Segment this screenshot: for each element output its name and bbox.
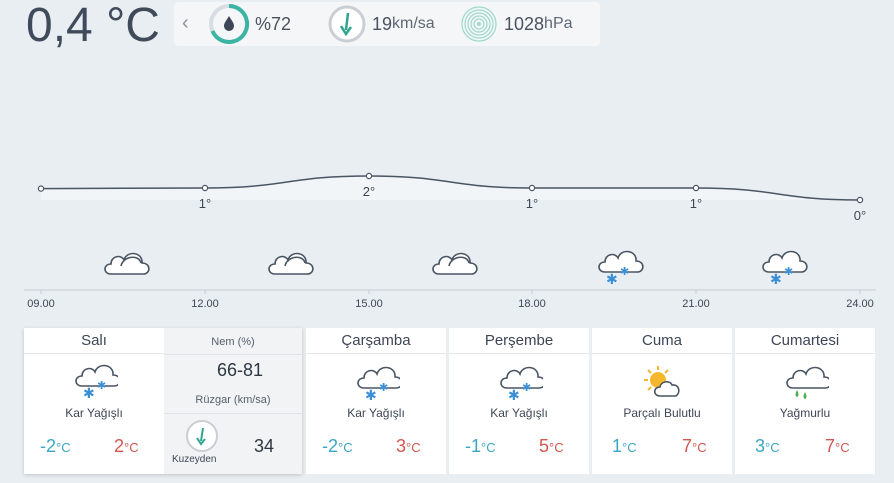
- hourly-temperature-chart: ✱ ✱ 1°2°1°1°0° 09.0012.0015.0018.0021.00…: [24, 172, 876, 310]
- today-summary: Salı ✱ ✱ Kar Yağışlı -2°C 2°C: [24, 328, 164, 474]
- humidity-range: 66-81: [216, 360, 264, 380]
- snow-cloud-icon: ✱ ✱: [352, 364, 403, 405]
- day-name: Perşembe: [449, 328, 589, 354]
- chart-point: [528, 184, 536, 192]
- point-label: 2°: [363, 184, 375, 199]
- min-temp: 3°C: [755, 436, 780, 456]
- divider: [164, 354, 302, 355]
- partly-cloudy-icon: [638, 364, 686, 405]
- condition-text: Kar Yağışlı: [65, 406, 123, 420]
- forecast-card-cumartesi[interactable]: Cumartesi Yağmurlu 3°C 7°C: [735, 328, 875, 474]
- pressure-stat: 1028 hPa: [459, 2, 573, 46]
- min-temp: 1°C: [612, 436, 637, 456]
- condition-text: Kar Yağışlı: [347, 406, 405, 420]
- point-label: 1°: [526, 196, 538, 211]
- svg-text:✱: ✱: [379, 381, 388, 394]
- wind-direction-icon: [328, 5, 366, 43]
- point-label: 1°: [690, 196, 702, 211]
- day-name: Salı: [24, 328, 164, 354]
- condition-text: Yağmurlu: [779, 406, 831, 420]
- chart-point: [365, 172, 373, 180]
- chart-point: [856, 196, 864, 204]
- chart-point: [37, 185, 45, 192]
- snow-cloud-icon: [762, 250, 808, 289]
- rain-cloud-icon: [781, 364, 832, 405]
- point-label: 0°: [854, 208, 866, 223]
- max-temp: 3°C: [396, 436, 421, 456]
- cloudy-icon: [432, 252, 478, 275]
- svg-text:✱: ✱: [522, 381, 531, 394]
- min-temp: -2°C: [40, 436, 71, 456]
- x-tick-label: 12.00: [191, 298, 219, 310]
- snow-cloud-icon: [598, 250, 644, 289]
- snow-cloud-icon: ✱ ✱: [495, 364, 546, 405]
- max-temp: 5°C: [539, 436, 564, 456]
- x-tick-label: 24.00: [846, 298, 874, 310]
- day-name: Cuma: [592, 328, 732, 354]
- max-temp: 7°C: [825, 436, 850, 456]
- wind-label: Rüzgar (km/sa): [195, 394, 271, 406]
- forecast-card-today[interactable]: Salı ✱ ✱ Kar Yağışlı -2°C 2°C Nem (%) 66…: [24, 328, 302, 474]
- wind-speed: 34: [254, 436, 275, 456]
- chart-point: [201, 184, 209, 192]
- humidity-value: %72: [255, 13, 292, 34]
- forecast-card-persembe[interactable]: Perşembe ✱ ✱ Kar Yağışlı -1°C 5°C: [449, 328, 589, 474]
- today-details: Nem (%) 66-81 Rüzgar (km/sa) Kuzeyden 34: [164, 328, 302, 474]
- cloudy-icon: [268, 252, 314, 275]
- wind-direction-text: Kuzeyden: [172, 454, 217, 465]
- x-tick-label: 09.00: [27, 298, 55, 310]
- wind-direction-icon: [186, 420, 218, 452]
- x-tick-label: 18.00: [518, 298, 546, 310]
- current-temperature: 0,4 °C: [26, 0, 160, 52]
- wind-value: 19: [372, 13, 393, 34]
- forecast-card-carsamba[interactable]: Çarşamba ✱ ✱ Kar Yağışlı -2°C 3°C: [306, 328, 446, 474]
- pressure-value: 1028: [504, 13, 545, 34]
- divider: [164, 413, 302, 414]
- svg-text:✱: ✱: [508, 388, 520, 400]
- svg-text:✱: ✱: [83, 386, 95, 398]
- svg-text:✱: ✱: [365, 388, 377, 400]
- wind-unit: km/sa: [392, 15, 435, 32]
- humidity-label: Nem (%): [211, 336, 255, 348]
- min-temp: -2°C: [322, 436, 353, 456]
- day-name: Cumartesi: [735, 328, 875, 354]
- svg-text:✱: ✱: [97, 379, 106, 392]
- condition-text: Kar Yağışlı: [490, 406, 548, 420]
- snow-cloud-icon: ✱ ✱: [70, 362, 121, 403]
- humidity-gauge-icon: [209, 3, 250, 44]
- x-tick-label: 15.00: [355, 298, 383, 310]
- forecast-card-cuma[interactable]: Cuma Parçalı Bulutlu 1°C 7°C: [592, 328, 732, 474]
- max-temp: 2°C: [114, 436, 139, 456]
- chart-point: [692, 184, 700, 192]
- condition-text: Parçalı Bulutlu: [623, 406, 701, 420]
- max-temp: 7°C: [682, 436, 707, 456]
- pressure-gauge-icon: [461, 6, 497, 42]
- pressure-unit: hPa: [544, 15, 573, 32]
- humidity-stat: %72: [208, 2, 291, 46]
- point-label: 1°: [199, 196, 211, 211]
- back-arrow-icon[interactable]: ‹: [182, 12, 189, 34]
- day-name: Çarşamba: [306, 328, 446, 354]
- cloudy-icon: [104, 252, 150, 275]
- stats-bar: ‹ %72 19 km/sa 1028 hPa: [174, 2, 600, 46]
- wind-stat: 19 km/sa: [327, 2, 435, 46]
- x-tick-label: 21.00: [682, 298, 710, 310]
- min-temp: -1°C: [465, 436, 496, 456]
